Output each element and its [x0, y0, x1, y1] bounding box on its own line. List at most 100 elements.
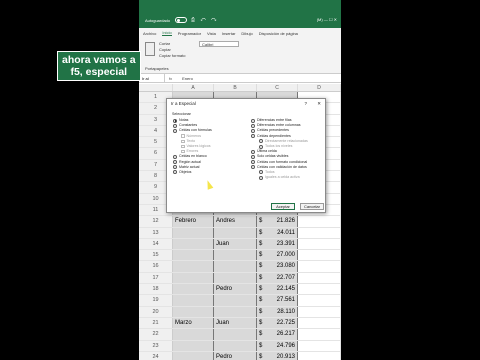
cell-a[interactable]	[173, 250, 214, 261]
row-header[interactable]: 12	[139, 216, 173, 227]
cell-b[interactable]	[214, 261, 257, 272]
cell-a[interactable]	[173, 306, 214, 317]
cell-d[interactable]	[298, 317, 341, 329]
row-header[interactable]: 19	[139, 295, 173, 306]
row-header[interactable]: 23	[139, 340, 173, 351]
radio-button[interactable]	[251, 165, 255, 170]
radio-button[interactable]	[251, 160, 255, 165]
radio-button[interactable]	[173, 128, 177, 133]
tab-insertar[interactable]: Insertar	[222, 31, 236, 36]
dialog-option[interactable]: Objetos	[173, 170, 212, 175]
paste-icon[interactable]	[145, 42, 155, 56]
cell-c[interactable]: $22.145	[257, 284, 298, 295]
cell-b[interactable]	[214, 306, 257, 317]
checkbox[interactable]	[181, 144, 185, 149]
cell-d[interactable]	[298, 272, 341, 284]
radio-button[interactable]	[251, 149, 255, 154]
radio-button[interactable]	[251, 118, 255, 123]
cell-b[interactable]: Juan	[214, 238, 257, 250]
cell-a[interactable]	[173, 261, 214, 272]
dialog-option[interactable]: Iguales a celda activa	[251, 175, 308, 180]
radio-button[interactable]	[259, 175, 263, 180]
cell-a[interactable]: Marzo	[173, 317, 214, 329]
row-header[interactable]: 20	[139, 306, 173, 317]
cell-c[interactable]: $26.217	[257, 329, 298, 340]
cancel-button[interactable]: Cancelar	[300, 203, 324, 210]
radio-button[interactable]	[251, 128, 255, 133]
column-header-d[interactable]: D	[298, 84, 341, 91]
tab-dibujo[interactable]: Dibujo	[241, 31, 252, 36]
row-header[interactable]: 13	[139, 227, 173, 238]
row-header[interactable]: 17	[139, 272, 173, 284]
cell-c[interactable]: $23.080	[257, 261, 298, 272]
radio-button[interactable]	[173, 118, 177, 123]
cell-d[interactable]	[298, 284, 341, 295]
radio-button[interactable]	[173, 154, 177, 159]
cell-c[interactable]: $27.000	[257, 250, 298, 261]
column-header-c[interactable]: C	[257, 84, 298, 91]
cell-c[interactable]: $21.826	[257, 216, 298, 227]
cell-c[interactable]: $23.391	[257, 238, 298, 250]
tab-disposicion[interactable]: Disposición de página	[259, 31, 298, 36]
cell-a[interactable]	[173, 329, 214, 340]
quick-access-icons[interactable]: ⎙ ↶ ↷	[191, 17, 218, 23]
help-icon[interactable]: ?	[304, 99, 307, 109]
radio-button[interactable]	[173, 160, 177, 165]
cell-a[interactable]	[173, 351, 214, 360]
cell-d[interactable]	[298, 340, 341, 351]
tab-programador[interactable]: Programador	[178, 31, 201, 36]
cell-d[interactable]	[298, 250, 341, 261]
cell-b[interactable]	[214, 329, 257, 340]
cell-a[interactable]	[173, 227, 214, 238]
cell-c[interactable]: $20.913	[257, 351, 298, 360]
cell-d[interactable]	[298, 238, 341, 250]
cell-c[interactable]: $24.796	[257, 340, 298, 351]
cell-a[interactable]	[173, 272, 214, 284]
cell-a[interactable]	[173, 295, 214, 306]
cell-b[interactable]	[214, 295, 257, 306]
tab-inicio[interactable]: Inicio	[162, 30, 172, 36]
formula-input[interactable]: Enero	[172, 76, 193, 81]
format-painter-button[interactable]: Copiar formato	[159, 53, 185, 59]
cell-d[interactable]	[298, 216, 341, 227]
tab-archivo[interactable]: Archivo	[143, 31, 156, 36]
autosave-toggle[interactable]	[175, 17, 187, 23]
checkbox[interactable]	[181, 139, 185, 144]
cell-c[interactable]: $22.707	[257, 272, 298, 284]
checkbox[interactable]	[181, 134, 185, 138]
radio-button[interactable]	[251, 134, 255, 139]
radio-button[interactable]	[173, 165, 177, 170]
cell-a[interactable]	[173, 340, 214, 351]
row-header[interactable]: 18	[139, 284, 173, 295]
checkbox[interactable]	[181, 149, 185, 154]
row-header[interactable]: 21	[139, 317, 173, 329]
cell-d[interactable]	[298, 227, 341, 238]
column-header-b[interactable]: B	[214, 84, 257, 91]
radio-button[interactable]	[259, 170, 263, 175]
cell-c[interactable]: $24.011	[257, 227, 298, 238]
cell-d[interactable]	[298, 306, 341, 317]
close-icon[interactable]: ✕	[317, 99, 321, 109]
cell-d[interactable]	[298, 351, 341, 360]
cell-b[interactable]	[214, 272, 257, 284]
radio-button[interactable]	[259, 144, 263, 149]
cell-b[interactable]: Pedro	[214, 284, 257, 295]
cell-d[interactable]	[298, 329, 341, 340]
row-header[interactable]: 14	[139, 238, 173, 250]
radio-button[interactable]	[251, 154, 255, 159]
select-all-corner[interactable]	[139, 84, 173, 91]
cell-a[interactable]	[173, 238, 214, 250]
cell-b[interactable]: Juan	[214, 317, 257, 329]
cell-c[interactable]: $28.110	[257, 306, 298, 317]
cell-c[interactable]: $22.725	[257, 317, 298, 329]
cell-a[interactable]: Febrero	[173, 216, 214, 227]
cell-b[interactable]	[214, 250, 257, 261]
ok-button[interactable]: Aceptar	[271, 203, 295, 210]
cell-d[interactable]	[298, 295, 341, 306]
row-header[interactable]: 16	[139, 261, 173, 272]
cell-c[interactable]: $27.561	[257, 295, 298, 306]
column-header-a[interactable]: A	[173, 84, 214, 91]
tab-vista[interactable]: Vista	[207, 31, 216, 36]
font-name-select[interactable]: Calibri	[199, 41, 239, 47]
radio-button[interactable]	[259, 139, 263, 144]
